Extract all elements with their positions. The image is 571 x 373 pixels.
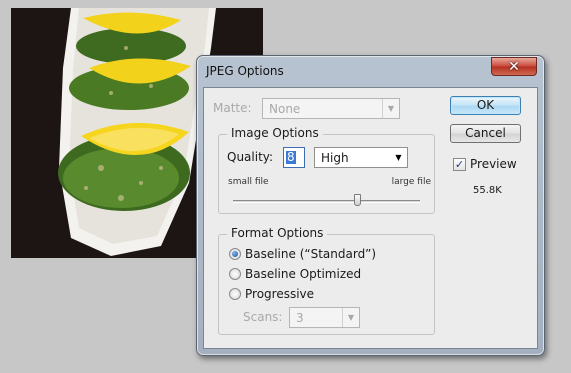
small-file-label: small file xyxy=(228,177,269,187)
chevron-down-icon: ▼ xyxy=(382,99,399,118)
image-options-title: Image Options xyxy=(227,126,323,140)
close-icon: ✕ xyxy=(508,58,520,75)
title-bar[interactable]: JPEG Options ✕ xyxy=(197,56,544,86)
image-options-group: Image Options Quality: 8 High ▼ small fi… xyxy=(218,126,435,214)
matte-value: None xyxy=(269,102,301,116)
format-options-title: Format Options xyxy=(227,226,328,240)
quality-label: Quality: xyxy=(227,150,274,164)
radio-button[interactable] xyxy=(229,248,241,260)
checkmark-icon: ✓ xyxy=(454,158,465,171)
matte-label: Matte: xyxy=(213,101,252,115)
file-size-readout: 55.8K xyxy=(473,185,502,196)
scans-value: 3 xyxy=(296,311,304,325)
dialog-body: Matte: None ▼ Image Options Quality: 8 H… xyxy=(203,87,538,349)
radio-label: Baseline (“Standard”) xyxy=(245,247,377,261)
radio-button[interactable] xyxy=(229,288,241,300)
quality-input-value: 8 xyxy=(286,150,296,164)
scans-select[interactable]: 3 ▼ xyxy=(289,307,360,328)
matte-select[interactable]: None ▼ xyxy=(262,98,400,119)
quality-preset-select[interactable]: High ▼ xyxy=(314,147,408,168)
close-button[interactable]: ✕ xyxy=(491,57,537,76)
quality-input[interactable]: 8 xyxy=(283,147,305,168)
large-file-label: large file xyxy=(391,177,431,187)
quality-slider-track[interactable] xyxy=(233,200,420,203)
quality-slider-thumb[interactable] xyxy=(354,194,362,206)
ok-button[interactable]: OK xyxy=(450,96,521,115)
radio-label: Progressive xyxy=(245,287,315,301)
format-options-group: Format Options Baseline (“Standard”) Bas… xyxy=(218,226,435,335)
dialog-title: JPEG Options xyxy=(206,64,284,78)
scans-label: Scans: xyxy=(243,310,283,324)
preview-label[interactable]: Preview xyxy=(470,157,517,171)
radio-button[interactable] xyxy=(229,268,241,280)
radio-label: Baseline Optimized xyxy=(245,267,362,281)
chevron-down-icon: ▼ xyxy=(395,153,402,162)
jpeg-options-dialog: JPEG Options ✕ Matte: None ▼ Image Optio… xyxy=(196,55,545,356)
preview-checkbox[interactable]: ✓ xyxy=(453,158,466,171)
cancel-button[interactable]: Cancel xyxy=(450,124,521,143)
quality-preset-value: High xyxy=(321,151,349,165)
chevron-down-icon: ▼ xyxy=(342,308,359,327)
